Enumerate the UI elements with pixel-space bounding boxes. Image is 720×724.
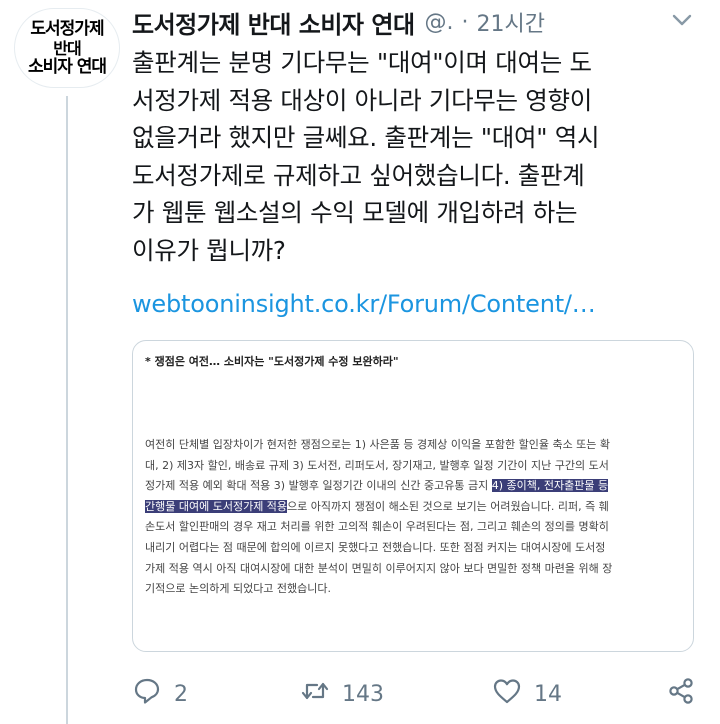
share-icon: [666, 676, 696, 712]
card-line: 가제 적용 역시 아직 대여시장에 대한 분석이 면밀히 이루어지지 않아 보다…: [145, 561, 613, 575]
reply-count: 2: [174, 681, 188, 707]
card-heading: * 쟁점은 여전… 소비자는 "도서정가제 수정 보완하라": [145, 355, 399, 368]
share-button[interactable]: [666, 676, 696, 712]
reply-icon: [132, 676, 162, 712]
retweet-count: 143: [342, 681, 384, 707]
like-button[interactable]: 14: [492, 676, 562, 712]
tweet-line: 없을거라 했지만 글쎄요. 출판계는 "대여" 역시: [132, 123, 600, 152]
tweet-line: 가 웹툰 웹소설의 수익 모델에 개입하려 하는: [132, 198, 578, 227]
user-handle[interactable]: @.: [425, 10, 454, 35]
avatar-text-line1: 도서정가제: [30, 18, 104, 39]
card-line: 손도서 할인판매의 경우 재고 처리를 위한 고의적 훼손이 우려된다는 점, …: [145, 520, 609, 534]
tweet-line: 출판계는 분명 기다무는 "대여"이며 대여는 도: [132, 48, 592, 77]
avatar[interactable]: 도서정가제 반대 소비자 연대: [14, 8, 120, 88]
tweet-actions: 2 143 14: [132, 676, 702, 712]
thread-line: [66, 96, 68, 724]
highlighted-text: 4) 종이책, 전자출판물 등: [491, 479, 609, 493]
retweet-button[interactable]: 143: [300, 676, 384, 712]
card-line: 정가제 적용 예외 확대 적용 3) 발행후 일정기간 이내의 신간 중고유통 …: [145, 479, 609, 493]
like-count: 14: [534, 681, 562, 707]
display-name[interactable]: 도서정가제 반대 소비자 연대: [132, 5, 415, 40]
card-line: 간행물 대여에 도서정가제 적용으로 아직까지 쟁점이 해소된 것으로 보기는 …: [145, 499, 609, 513]
reply-button[interactable]: 2: [132, 676, 188, 712]
separator-dot: ·: [461, 9, 469, 35]
tweet-link[interactable]: webtooninsight.co.kr/Forum/Content/…: [132, 286, 596, 322]
highlighted-text: 간행물 대여에 도서정가제 적용: [145, 499, 288, 513]
card-line: 기적으로 논의하게 되었다고 전했습니다.: [145, 582, 332, 596]
timestamp[interactable]: 21시간: [477, 6, 545, 38]
avatar-text-line2: 반대: [53, 38, 81, 58]
heart-icon: [492, 676, 522, 712]
card-line: 대, 2) 제3자 할인, 배송료 규제 3) 도서전, 리퍼도서, 장기재고,…: [145, 458, 609, 472]
tweet-line: 이유가 뭡니까?: [132, 235, 286, 265]
chevron-down-icon[interactable]: [670, 10, 694, 30]
retweet-icon: [300, 676, 330, 712]
tweet-line: 도서정가제로 규제하고 싶어했습니다. 출판계: [132, 160, 585, 190]
card-line: 여전히 단체별 입장차이가 현저한 쟁점으로는 1) 사은품 등 경제상 이익을…: [145, 438, 611, 451]
tweet-text: 출판계는 분명 기다무는 "대여"이며 대여는 도 서정가제 적용 대상이 아니…: [132, 44, 702, 269]
tweet-line: 서정가제 적용 대상이 아니라 기다무는 영향이: [132, 85, 592, 115]
attached-image-card[interactable]: * 쟁점은 여전… 소비자는 "도서정가제 수정 보완하라" 여전히 단체별 입…: [132, 340, 694, 652]
card-body: 여전히 단체별 입장차이가 현저한 쟁점으로는 1) 사은품 등 경제상 이익을…: [145, 435, 683, 600]
tweet-header: 도서정가제 반대 소비자 연대 @. · 21시간: [132, 5, 702, 40]
avatar-text-line3: 소비자 연대: [27, 56, 107, 77]
card-line: 내리기 어렵다는 점 때문에 합의에 이르지 못했다고 전했습니다. 또한 점점…: [145, 540, 606, 554]
